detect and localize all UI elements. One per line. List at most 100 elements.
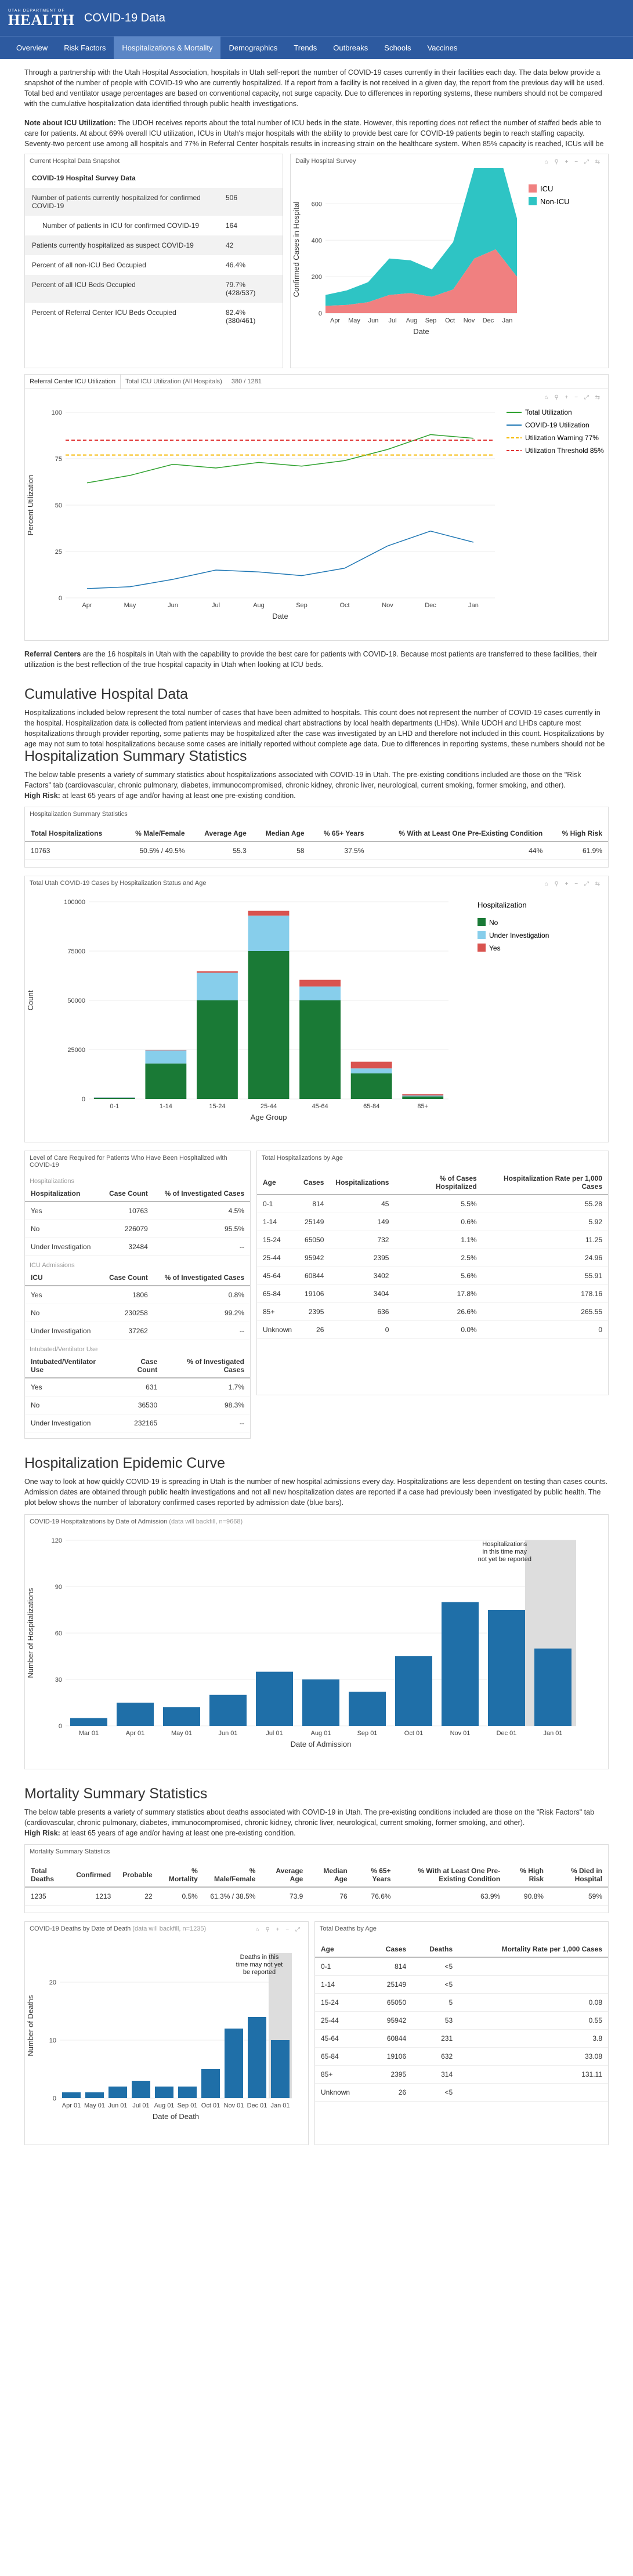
table-header[interactable]: Hospitalization Rate per 1,000 Cases	[482, 1171, 608, 1196]
table-header[interactable]: Hospitalization	[25, 1186, 101, 1203]
legend-swatch[interactable]	[529, 197, 537, 205]
nav-risk-factors[interactable]: Risk Factors	[56, 37, 114, 59]
legend-swatch[interactable]	[478, 918, 486, 927]
table-header[interactable]: Cases	[369, 1941, 413, 1958]
table-header[interactable]: % Died in Hospital	[549, 1863, 608, 1888]
bar[interactable]	[62, 2092, 81, 2098]
table-header[interactable]: % With at Least One Pre-Existing Conditi…	[396, 1863, 507, 1888]
table-header[interactable]: Average Age	[190, 826, 252, 843]
bar[interactable]	[349, 1691, 386, 1726]
bar-yes[interactable]	[197, 971, 238, 973]
table-header[interactable]: Cases	[298, 1171, 330, 1196]
legend-label[interactable]: Utilization Warning 77%	[525, 434, 599, 442]
bar-no[interactable]	[299, 1000, 341, 1100]
bar[interactable]	[163, 1707, 200, 1726]
legend-label[interactable]: Utilization Threshold 85%	[525, 447, 604, 455]
tab-total-icu[interactable]: Total ICU Utilization (All Hospitals)	[121, 375, 227, 389]
table-header[interactable]: Confirmed	[70, 1863, 117, 1888]
bar[interactable]	[155, 2086, 173, 2098]
bar[interactable]	[209, 1695, 247, 1726]
table-header[interactable]: Probable	[117, 1863, 158, 1888]
bar[interactable]	[534, 1648, 571, 1726]
nav-overview[interactable]: Overview	[8, 37, 56, 59]
nav-outbreaks[interactable]: Outbreaks	[325, 37, 376, 59]
bar[interactable]	[248, 2016, 266, 2098]
table-header[interactable]: Average Age	[261, 1863, 309, 1888]
nav-schools[interactable]: Schools	[376, 37, 419, 59]
table-header[interactable]: Deaths	[412, 1941, 459, 1958]
bar-yes[interactable]	[299, 979, 341, 987]
table-header[interactable]: % of Investigated Cases	[153, 1186, 250, 1203]
table-header[interactable]: % High Risk	[548, 826, 608, 843]
legend-label[interactable]: Non-ICU	[540, 197, 570, 206]
bar-yes[interactable]	[402, 1094, 444, 1096]
bar-no[interactable]	[93, 1098, 135, 1100]
bar-under-investigation[interactable]	[350, 1068, 392, 1073]
bar[interactable]	[256, 1671, 293, 1726]
bar[interactable]	[201, 2069, 220, 2098]
table-header[interactable]: Median Age	[309, 1863, 353, 1888]
table-header[interactable]: % of Cases Hospitalized	[395, 1171, 483, 1196]
bar[interactable]	[225, 2028, 243, 2098]
bar-yes[interactable]	[145, 1050, 187, 1051]
bar-under-investigation[interactable]	[299, 986, 341, 1001]
table-header[interactable]: % Mortality	[158, 1863, 204, 1888]
bar-yes[interactable]	[350, 1061, 392, 1069]
bar[interactable]	[117, 1702, 154, 1726]
table-header[interactable]: ICU	[25, 1270, 101, 1287]
tab-referral[interactable]: Referral Center ICU Utilization	[25, 374, 121, 389]
table-header[interactable]: Case Count	[114, 1354, 164, 1379]
table-header[interactable]: % 65+ Years	[310, 826, 370, 843]
legend-label[interactable]: COVID-19 Utilization	[525, 421, 589, 429]
nav-demographics[interactable]: Demographics	[220, 37, 285, 59]
bar-no[interactable]	[145, 1063, 187, 1100]
table-header[interactable]: Age	[315, 1941, 370, 1958]
bar-no[interactable]	[402, 1096, 444, 1100]
bar[interactable]	[132, 2080, 150, 2098]
bar[interactable]	[302, 1679, 339, 1726]
table-header[interactable]: Intubated/Ventilator Use	[25, 1354, 115, 1379]
bar[interactable]	[85, 2092, 104, 2098]
chart-toolbar[interactable]: ⌂ ⚲ + − ⤢ ⇆	[545, 881, 602, 887]
chart-toolbar[interactable]: ⌂ ⚲ + − ⤢ ⇆	[545, 159, 602, 165]
udoh-logo[interactable]: UTAH DEPARTMENT OF HEALTH	[8, 9, 75, 28]
table-header[interactable]: Mortality Rate per 1,000 Cases	[458, 1941, 608, 1958]
bar[interactable]	[395, 1656, 432, 1726]
table-header[interactable]: % of Investigated Cases	[153, 1270, 250, 1287]
bar[interactable]	[488, 1609, 525, 1726]
table-header[interactable]: % High Risk	[506, 1863, 549, 1888]
legend-label[interactable]: ICU	[540, 184, 553, 193]
chart-toolbar[interactable]: ⌂ ⚲ + − ⤢	[256, 1926, 302, 1933]
bar[interactable]	[178, 2086, 197, 2098]
nav-vaccines[interactable]: Vaccines	[419, 37, 466, 59]
bar-under-investigation[interactable]	[402, 1095, 444, 1097]
bar-no[interactable]	[248, 951, 290, 1100]
table-header[interactable]: Total Deaths	[25, 1863, 71, 1888]
bar-under-investigation[interactable]	[145, 1050, 187, 1064]
bar[interactable]	[271, 2040, 290, 2098]
table-header[interactable]: % Male/Female	[120, 826, 191, 843]
bar[interactable]	[108, 2086, 127, 2098]
legend-swatch[interactable]	[529, 184, 537, 193]
legend-swatch[interactable]	[478, 931, 486, 939]
table-header[interactable]: Case Count	[100, 1270, 154, 1287]
nav-hospitalizations-mortality[interactable]: Hospitalizations & Mortality	[114, 37, 221, 59]
nav-trends[interactable]: Trends	[285, 37, 325, 59]
table-header[interactable]: Total Hospitalizations	[25, 826, 121, 843]
legend-swatch[interactable]	[478, 944, 486, 952]
bar[interactable]	[442, 1602, 479, 1726]
table-header[interactable]: Hospitalizations	[330, 1171, 395, 1196]
legend-label[interactable]: No	[489, 919, 498, 927]
bar-no[interactable]	[350, 1073, 392, 1100]
bar-yes[interactable]	[248, 910, 290, 916]
table-header[interactable]: % With at Least One Pre-Existing Conditi…	[370, 826, 549, 843]
legend-label[interactable]: Yes	[489, 944, 501, 952]
table-header[interactable]: % 65+ Years	[353, 1863, 397, 1888]
bar-no[interactable]	[197, 1000, 238, 1100]
legend-label[interactable]: Total Utilization	[525, 408, 572, 416]
bar-under-investigation[interactable]	[248, 915, 290, 952]
table-header[interactable]: % Male/Female	[203, 1863, 262, 1888]
table-header[interactable]: Age	[257, 1171, 298, 1196]
table-header[interactable]: Median Age	[252, 826, 310, 843]
legend-label[interactable]: Under Investigation	[489, 931, 549, 939]
